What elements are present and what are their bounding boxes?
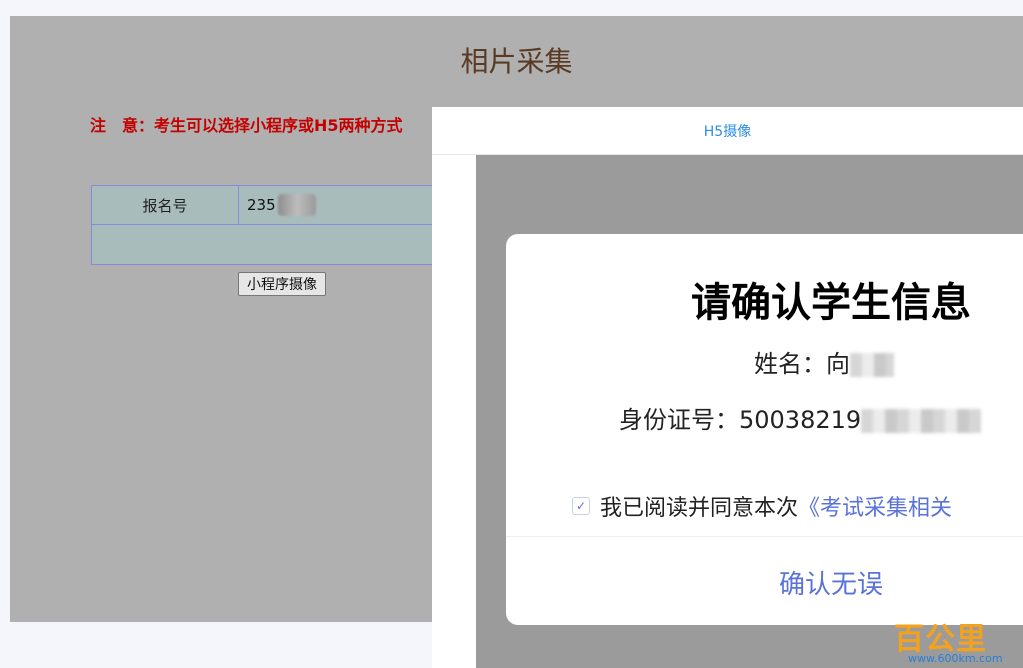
reg-number-label: 报名号 <box>92 186 239 225</box>
id-number-label: 身份证号： <box>619 406 739 434</box>
registration-table: 报名号 235 小程序摄像 <box>91 185 451 296</box>
confirm-button[interactable]: 确认无误 <box>506 564 1023 601</box>
dialog-title: 请确认学生信息 <box>691 280 971 326</box>
notice-text: 注 意：考生可以选择小程序或H5两种方式 <box>90 116 403 135</box>
reg-number-text: 235 <box>247 196 276 214</box>
table-row: 小程序摄像 <box>92 224 450 296</box>
agree-checkbox[interactable]: ✓ <box>572 497 590 515</box>
site-watermark-logo: 百公里 www.600km.com <box>890 614 1020 666</box>
agreement-link[interactable]: 《考试采集相关 <box>798 490 952 522</box>
reg-number-value: 235 <box>239 186 450 225</box>
redaction-mosaic <box>850 353 894 377</box>
agreement-text: 我已阅读并同意本次 <box>600 496 799 521</box>
miniprogram-camera-button[interactable]: 小程序摄像 <box>238 272 326 296</box>
name-value: 向 <box>826 350 850 378</box>
confirm-student-dialog: 请确认学生信息 姓名：向 身份证号：50038219 ✓ 我已阅读并同意本次 《… <box>506 234 1023 625</box>
table-row: 报名号 235 <box>92 186 450 225</box>
watermark-url: www.600km.com <box>908 652 1003 665</box>
agreement-row: ✓ 我已阅读并同意本次 《考试采集相关 <box>572 490 952 522</box>
redaction-blur <box>277 194 316 216</box>
name-label: 姓名： <box>754 350 826 378</box>
h5-camera-panel: H5摄像 请确认学生信息 姓名：向 身份证号：50038219 ✓ 我已阅读并同… <box>432 107 1023 668</box>
name-field: 姓名：向 <box>754 344 894 379</box>
redaction-mosaic <box>861 409 982 433</box>
page-title: 相片采集 <box>460 45 573 78</box>
id-number-field: 身份证号：50038219 <box>619 400 982 435</box>
h5-camera-tab[interactable]: H5摄像 <box>432 107 1023 155</box>
id-number-value: 50038219 <box>739 406 862 434</box>
divider <box>506 536 1023 537</box>
